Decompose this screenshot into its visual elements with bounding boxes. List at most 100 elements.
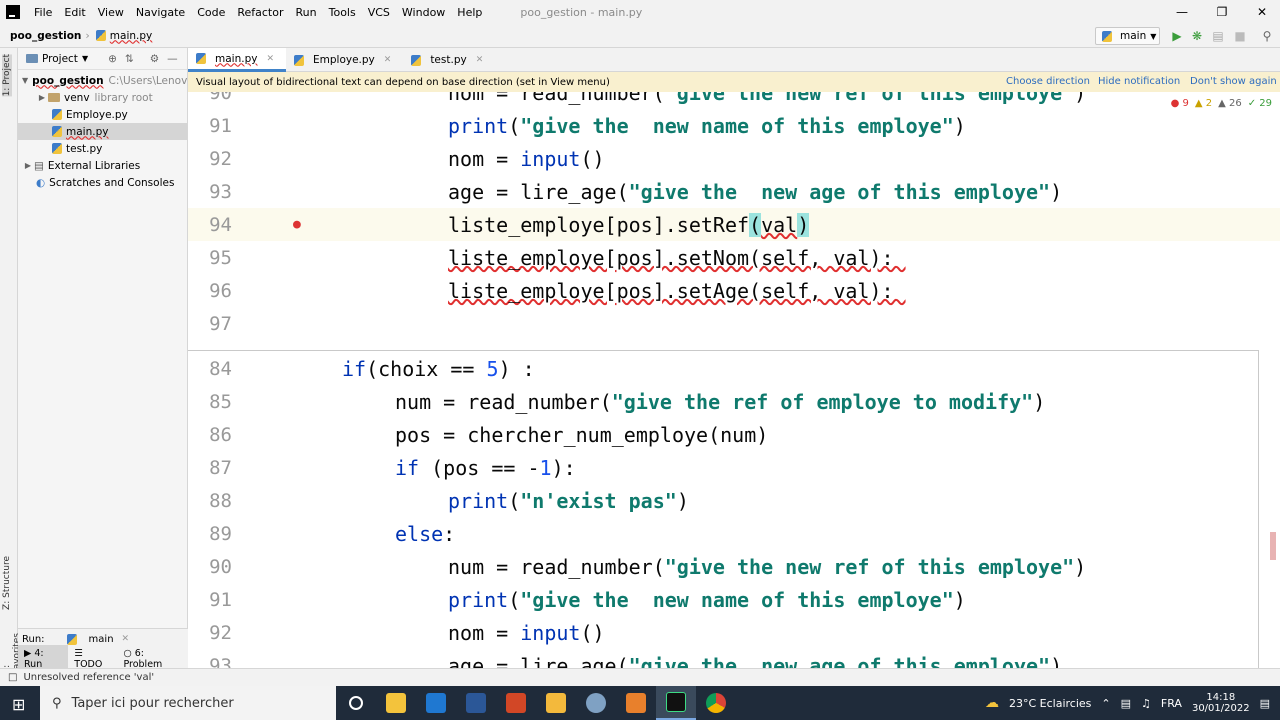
run-config-selector[interactable]: main ▼ [1095, 27, 1160, 45]
tab-main-py[interactable]: main.py ✕ [188, 48, 286, 72]
pycharm-taskbar-icon[interactable] [656, 686, 696, 720]
tool-tab-project[interactable]: 1: Project [2, 54, 12, 97]
app-icon[interactable] [576, 686, 616, 720]
run-config-tab[interactable]: main [89, 634, 114, 645]
chrome-icon[interactable] [696, 686, 736, 720]
scrollbar-error-marker[interactable] [1270, 532, 1276, 560]
search-everywhere-icon[interactable]: ⚲ [1260, 29, 1274, 43]
tree-item-test[interactable]: test.py [18, 140, 187, 157]
maximize-icon[interactable]: ❐ [1204, 0, 1240, 24]
windows-start-icon[interactable]: ⊞ [12, 695, 25, 714]
close-icon[interactable]: ✕ [122, 634, 130, 644]
task-view-icon[interactable] [376, 686, 416, 720]
clock[interactable]: 14:18 30/01/2022 [1192, 692, 1250, 714]
menu-code[interactable]: Code [191, 6, 231, 19]
chevron-down-icon[interactable]: ▼ [82, 54, 88, 63]
menu-navigate[interactable]: Navigate [130, 6, 191, 19]
code-line[interactable]: 92 nom = input() [188, 616, 1280, 649]
close-icon[interactable]: ✕ [1244, 0, 1280, 24]
tree-item-employe[interactable]: Employe.py [18, 106, 187, 123]
cortana-icon[interactable] [336, 686, 376, 720]
hide-notification-link[interactable]: Hide notification [1098, 76, 1180, 87]
gear-icon[interactable]: ⚙ [150, 53, 159, 65]
taskbar-search[interactable]: ⚲ Taper ici pour rechercher [40, 686, 336, 720]
tree-item-venv[interactable]: ▶ venv library root [18, 89, 187, 106]
menu-vcs[interactable]: VCS [362, 6, 396, 19]
mail-icon[interactable] [416, 686, 456, 720]
tree-item-hint: C:\Users\Lenovo [108, 74, 187, 87]
expand-arrow-icon[interactable]: ▶ [22, 161, 34, 170]
lang-indicator[interactable]: FRA [1161, 697, 1182, 710]
menu-edit[interactable]: Edit [58, 6, 91, 19]
code-line[interactable]: 88 print("n'exist pas") [188, 484, 1280, 517]
code-line[interactable]: 85 num = read_number("give the ref of em… [188, 385, 1280, 418]
tree-item-scratches[interactable]: ◐ Scratches and Consoles [18, 174, 187, 191]
choose-direction-link[interactable]: Choose direction [1006, 76, 1090, 87]
code-line-current[interactable]: 94 ● liste_employe[pos].setRef(val) [188, 208, 1280, 241]
tree-item-root[interactable]: ▼ poo_gestion C:\Users\Lenovo [18, 72, 187, 89]
code-line[interactable]: 95 liste_employe[pos].setNom(self, val): [188, 241, 1280, 274]
minimize-icon[interactable]: — [1164, 0, 1200, 24]
file-explorer-icon[interactable] [536, 686, 576, 720]
volume-icon[interactable]: ♫ [1141, 697, 1151, 710]
breadcrumb-file[interactable]: main.py [110, 30, 156, 42]
stop-icon[interactable]: ■ [1233, 29, 1247, 43]
menu-view[interactable]: View [92, 6, 130, 19]
run-panel: Run: main ✕ ▶ 4: Run ☰ TODO ○ 6: Problem [18, 628, 188, 673]
notification-center-icon[interactable]: ▤ [1260, 697, 1270, 710]
dont-show-again-link[interactable]: Don't show again [1190, 76, 1277, 87]
tab-test-py[interactable]: test.py ✕ [403, 48, 495, 72]
code-line[interactable]: 96 liste_employe[pos].setAge(self, val): [188, 274, 1280, 307]
menu-run[interactable]: Run [290, 6, 323, 19]
code-preview-popup[interactable]: 84 if(choix == 5) : 85 num = read_number… [188, 350, 1259, 682]
menu-window[interactable]: Window [396, 6, 451, 19]
code-text: nom = read_number("give the new ref of t… [448, 92, 1087, 105]
code-editor[interactable]: ● 9 ▲ 2 ▲ 26 ✓ 29 90 nom = read_number("… [188, 92, 1280, 682]
close-tab-icon[interactable]: ✕ [266, 54, 274, 64]
network-icon[interactable]: ▤ [1121, 697, 1131, 710]
debug-icon[interactable]: ❋ [1190, 29, 1204, 43]
code-line[interactable]: 91 print("give the new name of this empl… [188, 109, 1280, 142]
expand-arrow-icon[interactable]: ▼ [22, 76, 28, 85]
locate-icon[interactable]: ⊕ [108, 53, 117, 65]
weather-text[interactable]: 23°C Eclaircies [1009, 697, 1091, 710]
weather-icon: ☁ [984, 695, 999, 711]
code-text: nom = input() [448, 620, 605, 645]
code-line[interactable]: 92 nom = input() [188, 142, 1280, 175]
search-icon: ⚲ [52, 695, 62, 711]
code-line[interactable]: 87 if (pos == -1): [188, 451, 1280, 484]
code-line[interactable]: 89 else: [188, 517, 1280, 550]
expand-arrow-icon[interactable]: ▶ [36, 93, 48, 102]
code-line[interactable]: 91 print("give the new name of this empl… [188, 583, 1280, 616]
menu-refactor[interactable]: Refactor [231, 6, 289, 19]
code-line[interactable]: 93 age = lire_age("give the new age of t… [188, 175, 1280, 208]
error-bulb-icon[interactable]: ● [293, 217, 301, 232]
code-line[interactable]: 90 num = read_number("give the new ref o… [188, 550, 1280, 583]
tree-item-main[interactable]: main.py [18, 123, 187, 140]
code-line[interactable]: 97 [188, 307, 1280, 340]
recorder-icon[interactable] [616, 686, 656, 720]
pycharm-logo-icon [6, 5, 20, 19]
code-line[interactable]: 84 if(choix == 5) : [188, 352, 1280, 385]
word-icon[interactable] [456, 686, 496, 720]
collapse-icon[interactable]: ⇅ [125, 53, 134, 65]
tree-item-external-libraries[interactable]: ▶ ▤ External Libraries [18, 157, 187, 174]
menu-file[interactable]: File [28, 6, 58, 19]
tool-tab-structure[interactable]: Z: Structure [2, 556, 12, 610]
line-number: 87 [209, 456, 232, 479]
menu-tools[interactable]: Tools [323, 6, 362, 19]
close-tab-icon[interactable]: ✕ [384, 55, 392, 65]
breadcrumb-project[interactable]: poo_gestion [0, 30, 85, 42]
chevron-up-icon[interactable]: ⌃ [1101, 697, 1110, 710]
code-line[interactable]: 90 nom = read_number("give the new ref o… [188, 92, 1280, 109]
powerpoint-icon[interactable] [496, 686, 536, 720]
coverage-icon[interactable]: ▤ [1211, 29, 1225, 43]
tab-employe-py[interactable]: Employe.py ✕ [286, 48, 403, 72]
code-text: liste_employe[pos].setAge(self, val): [448, 278, 906, 303]
run-icon[interactable]: ▶ [1170, 29, 1184, 43]
hide-panel-icon[interactable]: — [167, 53, 178, 65]
project-panel-title[interactable]: Project [42, 53, 78, 65]
menu-help[interactable]: Help [451, 6, 488, 19]
close-tab-icon[interactable]: ✕ [476, 55, 484, 65]
code-line[interactable]: 86 pos = chercher_num_employe(num) [188, 418, 1280, 451]
